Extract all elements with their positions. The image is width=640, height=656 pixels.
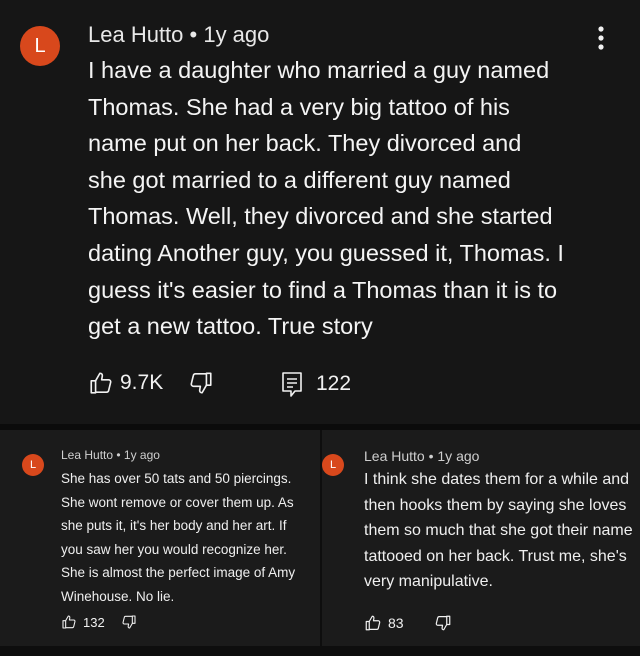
bottom-strip (0, 646, 640, 656)
comment-line: I have a daughter who married a guy name… (88, 57, 550, 83)
dislike-button[interactable] (434, 614, 452, 632)
comment-line: Thomas. She had a very big tattoo of his (88, 93, 510, 120)
comment-line: then hooks them by saying she loves (364, 496, 627, 514)
avatar-letter: L (34, 34, 46, 57)
comment-line: them so much that she got their name (364, 522, 633, 539)
avatar[interactable]: L (22, 454, 44, 476)
like-button[interactable]: 83 (364, 614, 404, 632)
avatar-letter: L (329, 459, 337, 471)
comment-line: Winehouse. No lie. (61, 588, 175, 604)
like-count: 83 (388, 615, 404, 631)
comment-line: you saw her you would recognize her. (61, 541, 287, 557)
comment-meta: Lea Hutto • 1y ago (61, 448, 160, 462)
comment-line: She has over 50 tats and 50 piercings. (61, 471, 292, 486)
comment-body: I think she dates them for a while and t… (364, 467, 633, 595)
comment-line: tattooed on her back. Trust me, she's (364, 547, 627, 565)
comment-line: she got married to a different guy named (88, 166, 511, 193)
comment-line: She is almost the perfect image of Amy (61, 565, 296, 580)
like-button[interactable]: 9.7K (88, 370, 163, 396)
comment-line: name put on her back. They divorced and (88, 130, 522, 157)
like-button[interactable]: 132 (61, 614, 105, 630)
avatar-letter: L (29, 459, 37, 471)
thumbs-down-icon (434, 614, 452, 632)
reply-comment-icon (280, 370, 304, 398)
thumbs-down-icon (121, 614, 137, 630)
thumbs-up-icon (61, 614, 77, 630)
reply-card: L Lea Hutto • 1y ago I think she dates t… (322, 430, 640, 646)
reply-card: L Lea Hutto • 1y ago She has over 50 tat… (0, 430, 320, 646)
thumbs-up-icon (88, 370, 114, 396)
comment-body: I have a daughter who married a guy name… (88, 52, 628, 345)
comment-meta: Lea Hutto • 1y ago (88, 22, 270, 47)
main-comment: L Lea Hutto • 1y ago I have a daughter w… (0, 0, 640, 424)
comment-line: Thomas. Well, they divorced and she star… (88, 203, 553, 230)
comment-line: She wont remove or cover them up. As (61, 494, 294, 510)
like-count: 132 (83, 614, 105, 630)
thumbs-up-icon (364, 614, 382, 632)
dislike-button[interactable] (188, 370, 214, 396)
comments-page: L Lea Hutto • 1y ago I have a daughter w… (0, 0, 640, 656)
comment-line: very manipulative. (364, 573, 493, 590)
comment-meta: Lea Hutto • 1y ago (364, 448, 480, 464)
avatar[interactable]: L (322, 454, 344, 476)
reply-button[interactable]: 122 (280, 370, 351, 398)
comment-line: get a new tattoo. True story (88, 313, 373, 340)
like-count: 9.7K (120, 371, 164, 394)
dislike-button[interactable] (121, 614, 137, 630)
comment-line: she puts it, it's her body and her art. … (61, 518, 287, 533)
avatar[interactable]: L (20, 26, 60, 66)
comment-line: guess it's easier to find a Thomas than … (88, 276, 558, 303)
comment-line: dating Another guy, you guessed it, Thom… (88, 239, 564, 266)
comment-body: She has over 50 tats and 50 piercings. S… (61, 467, 295, 608)
thumbs-down-icon (188, 370, 214, 396)
reply-count: 122 (316, 372, 352, 395)
more-vertical-icon[interactable] (592, 24, 610, 54)
comment-line: I think she dates them for a while and (364, 471, 630, 488)
